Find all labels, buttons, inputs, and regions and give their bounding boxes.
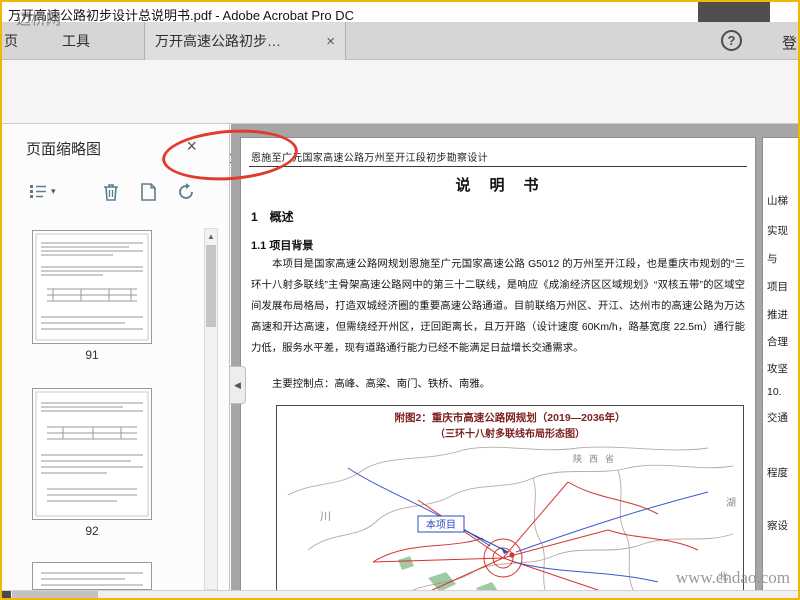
main-area: 页面缩略图 × ▾ 91 92 ▲ ◀ 恩施至广元国家高速公路万州至开江段初步勘… — [2, 124, 798, 590]
figure-box: 附图2：重庆市高速公路网规划（2019—2036年） （三环十八射多联线布局形态… — [276, 405, 744, 590]
tab-home-label: 页 — [4, 33, 18, 49]
paragraph: 本项目是国家高速公路网规划恩施至广元国家高速公路 G5012 的万州至开江段，也… — [251, 259, 745, 354]
scrollbar-corner — [2, 591, 11, 598]
subsection-heading: 1.1 项目背景 — [251, 240, 314, 252]
page2-strip-line: 合理 — [767, 336, 788, 348]
page-thumbnails-panel: 页面缩略图 × ▾ 91 92 ▲ — [2, 124, 230, 590]
page2-strip-line: 察设 — [767, 520, 788, 532]
pdf-page-2-edge[interactable]: 山梯 实现 与 项目 推进 合理 攻坚 10. 交通 程度 察设 — [763, 138, 798, 590]
chevron-down-icon: ▾ — [51, 185, 56, 196]
map-label-shaanxi: 陕西省 — [573, 453, 621, 464]
horizontal-scrollbar[interactable] — [2, 590, 798, 598]
page2-strip-line: 推进 — [767, 309, 788, 321]
sign-in-link[interactable]: 登 — [782, 32, 796, 53]
chevron-left-icon: ◀ — [234, 379, 241, 390]
panel-scrollbar[interactable]: ▲ — [204, 228, 218, 590]
watermark-bottom: www.cndao.com — [675, 568, 790, 587]
header-rule — [249, 166, 747, 167]
map-label-sichuan: 川 — [320, 511, 331, 523]
pdf-page[interactable]: 恩施至广元国家高速公路万州至开江段初步勘察设计 说 明 书 1 概述 1.1 项… — [241, 138, 755, 590]
collapse-panel-button[interactable]: ◀ — [230, 366, 246, 404]
thumbnail-page-number: 92 — [85, 524, 99, 538]
help-glyph: ? — [727, 33, 736, 48]
title-bar: 万开高速公路初步设计总说明书.pdf - Adobe Acrobat Pro D… — [2, 2, 798, 23]
figure-subtitle: （三环十八射多联线布局形态图） — [435, 429, 585, 440]
panel-scrollbar-thumb[interactable] — [206, 245, 216, 327]
thumbnail-page-number: 91 — [85, 348, 99, 362]
section-heading: 1 概述 — [251, 210, 294, 224]
close-panel-icon[interactable]: × — [186, 136, 197, 157]
figure-title: 附图2：重庆市高速公路网规划（2019—2036年） — [394, 412, 626, 424]
highway-network-map: 陕西省 川 湖 北 本项目 — [278, 440, 742, 590]
tab-document-label: 万开高速公路初步… — [155, 33, 281, 49]
page2-strip-line: 山梯 — [767, 195, 788, 207]
page2-strip-line: 交通 — [767, 412, 788, 424]
tab-bar: 页 工具 万开高速公路初步… × ? 登 — [2, 22, 798, 60]
thumbnail-drawing — [33, 563, 151, 589]
body-text: 本项目是国家高速公路网规划恩施至广元国家高速公路 G5012 的万州至开江段，也… — [251, 254, 745, 395]
page-running-header: 恩施至广元国家高速公路万州至开江段初步勘察设计 — [251, 153, 488, 164]
help-icon[interactable]: ? — [721, 30, 742, 51]
map-label-hubei: 湖 — [726, 497, 736, 509]
delete-page-button[interactable] — [102, 182, 120, 202]
page2-strip-line: 实现 — [767, 225, 788, 237]
tab-tools-label: 工具 — [62, 33, 90, 49]
page2-strip-line: 10. — [767, 386, 782, 398]
watermark-top: 迈桥网 — [16, 11, 62, 28]
page2-strip-line: 攻坚 — [767, 363, 788, 375]
page-thumbnail-partial[interactable] — [32, 562, 152, 590]
page2-strip-line: 项目 — [767, 281, 788, 293]
page2-strip-line: 与 — [767, 253, 778, 265]
page2-strip-line: 程度 — [767, 467, 788, 479]
panel-toolbar: ▾ — [2, 180, 229, 210]
window-controls-area[interactable] — [698, 2, 770, 22]
trash-icon — [102, 182, 120, 202]
page-setup-button[interactable] — [140, 182, 157, 202]
page-thumbnail-91[interactable] — [32, 230, 152, 344]
document-view[interactable]: 恩施至广元国家高速公路万州至开江段初步勘察设计 说 明 书 1 概述 1.1 项… — [231, 124, 798, 590]
thumbnail-drawing — [33, 389, 151, 519]
page-thumbnail-92[interactable] — [32, 388, 152, 520]
panel-title: 页面缩略图 — [26, 141, 102, 158]
project-label: 本项目 — [426, 518, 456, 531]
scroll-up-icon[interactable]: ▲ — [205, 230, 217, 243]
rotate-page-button[interactable] — [176, 182, 196, 202]
thumbnail-options-button[interactable]: ▾ — [28, 182, 56, 200]
horizontal-scrollbar-thumb[interactable] — [12, 591, 98, 598]
page-icon — [140, 182, 157, 202]
rotate-icon — [176, 182, 196, 202]
main-toolbar: / 157 50% ▾ — [2, 60, 798, 185]
document-title: 说 明 书 — [455, 177, 541, 194]
tab-document[interactable]: 万开高速公路初步… × — [144, 22, 346, 60]
close-tab-icon[interactable]: × — [326, 33, 335, 50]
acrobat-window: 万开高速公路初步设计总说明书.pdf - Adobe Acrobat Pro D… — [0, 0, 800, 600]
project-location-dot — [509, 552, 515, 558]
options-list-icon — [28, 182, 48, 200]
control-points-line: 主要控制点：高峰、高梁、南门、铁桥、南雅。 — [272, 379, 491, 390]
thumbnail-drawing — [33, 231, 151, 343]
